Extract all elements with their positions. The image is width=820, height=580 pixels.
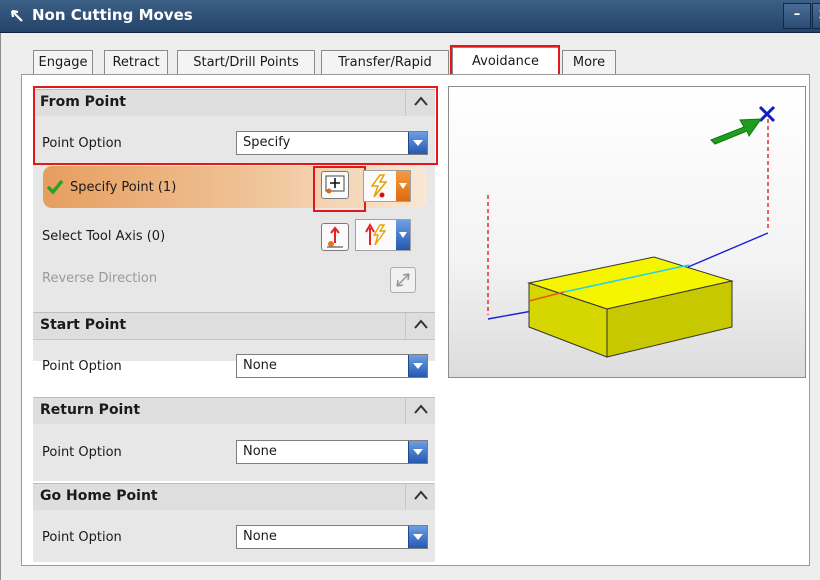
return-point-option-select[interactable]: None [236,440,428,464]
inferred-vector-button[interactable] [355,219,411,251]
from-point-marker [758,105,776,123]
specify-point-label: Specify Point (1) [70,180,177,195]
point-option-label: Point Option [42,359,122,374]
return-point-header[interactable]: Return Point [33,397,435,425]
close-button[interactable]: x [812,3,820,29]
go-home-point-option-select[interactable]: None [236,525,428,549]
section-title: Return Point [40,402,141,418]
preview-illustration [487,105,776,358]
window-title: Non Cutting Moves [32,6,193,24]
select-value: None [243,444,277,459]
tab-more[interactable]: More [562,50,616,74]
title-bar: Non Cutting Moves – x [0,0,820,33]
tab-start-drill-points[interactable]: Start/Drill Points [177,50,315,74]
minimize-button[interactable]: – [783,3,811,29]
inferred-point-button[interactable] [363,170,411,202]
from-point-highlight [33,86,438,165]
start-point-header[interactable]: Start Point [33,312,435,340]
select-tool-axis-label: Select Tool Axis (0) [42,229,166,244]
section-title: Go Home Point [40,488,158,504]
tab-engage[interactable]: Engage [33,50,93,74]
chevron-up-icon[interactable] [405,484,436,510]
checkmark-icon [46,178,64,196]
point-option-label: Point Option [42,530,122,545]
chevron-down-icon[interactable] [408,441,427,463]
point-dialog-highlight [313,166,366,212]
section-title: Start Point [40,317,127,333]
reverse-direction-icon[interactable] [390,267,416,293]
select-value: None [243,358,277,373]
go-home-point-header[interactable]: Go Home Point [33,483,435,511]
start-point-option-select[interactable]: None [236,354,428,378]
select-value: None [243,529,277,544]
chevron-up-icon[interactable] [405,313,436,339]
chevron-up-icon[interactable] [405,398,436,424]
avoidance-preview [448,86,806,378]
vector-dialog-icon[interactable] [321,223,349,251]
direction-arrow-icon [710,118,762,145]
tab-transfer-rapid[interactable]: Transfer/Rapid [321,50,449,74]
point-option-label: Point Option [42,445,122,460]
chevron-down-icon[interactable] [408,355,427,377]
tab-retract[interactable]: Retract [104,50,168,74]
axis-line-right [687,232,769,268]
chevron-down-icon[interactable] [396,220,410,250]
chevron-down-icon[interactable] [408,526,427,548]
reverse-direction-label: Reverse Direction [42,271,158,286]
dialog-icon [9,8,25,24]
chevron-down-icon[interactable] [396,171,410,201]
